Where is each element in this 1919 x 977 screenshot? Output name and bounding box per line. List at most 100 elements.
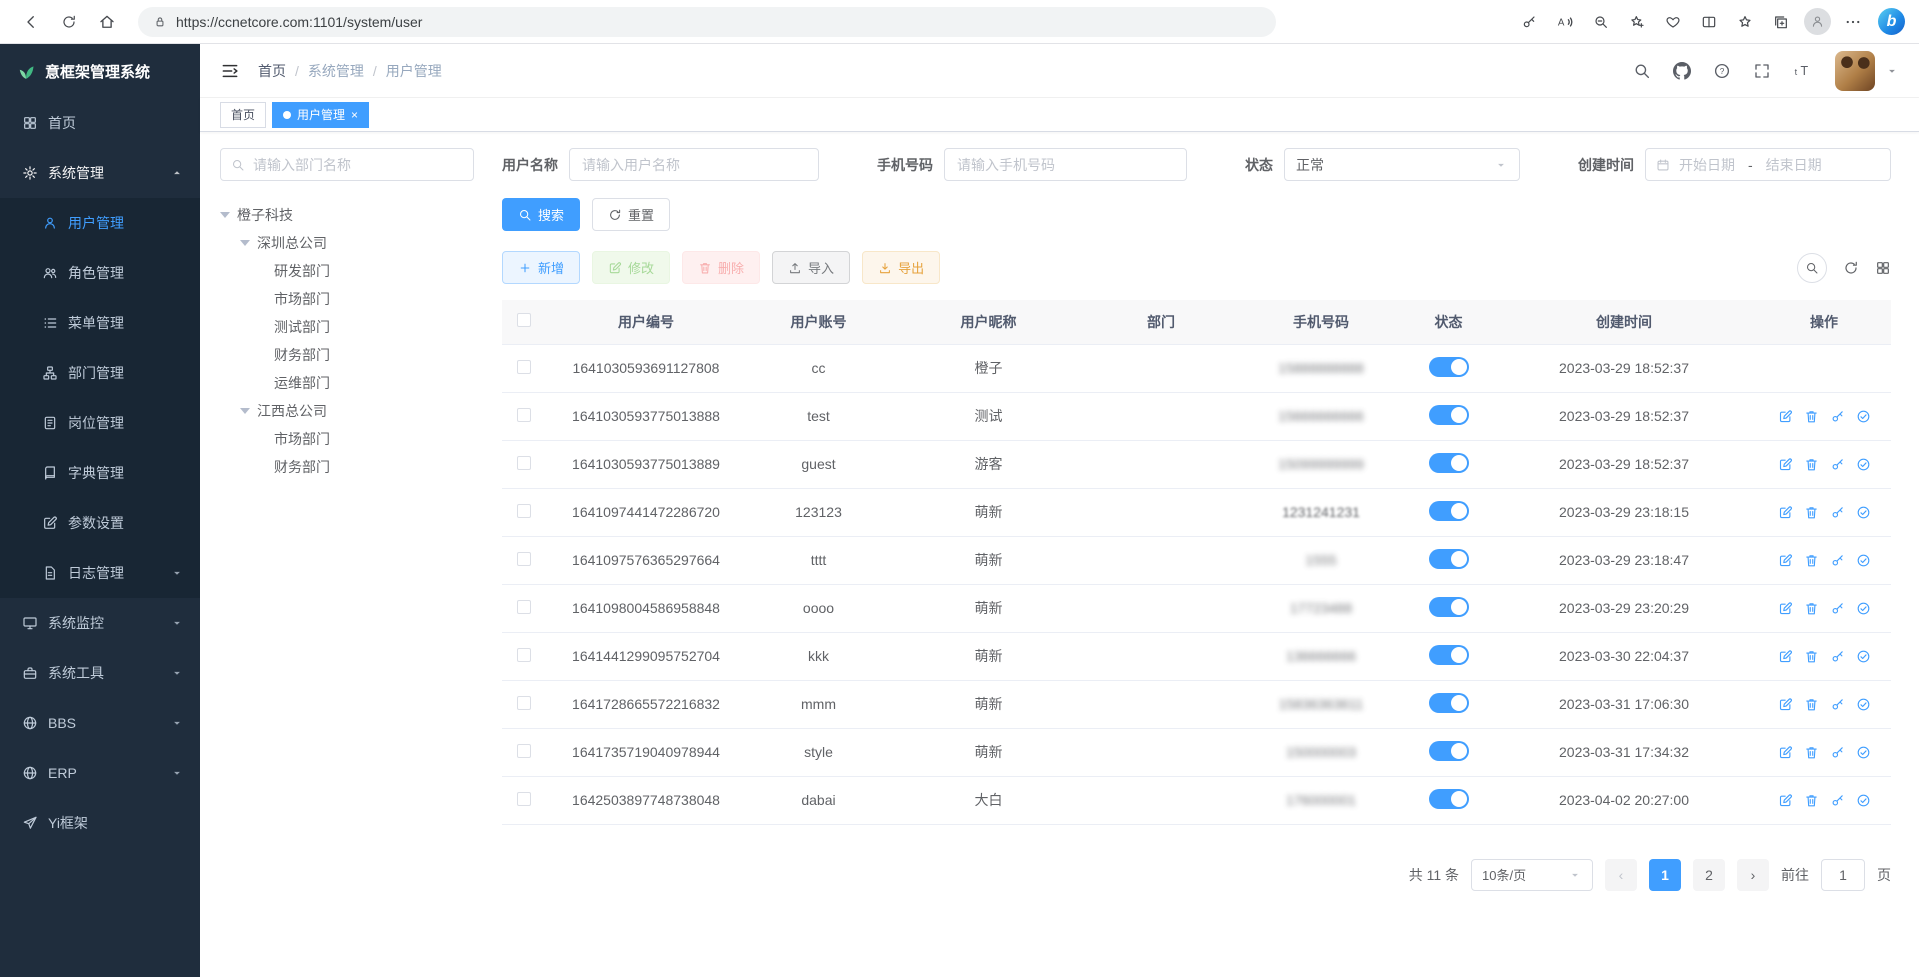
- status-toggle[interactable]: [1429, 453, 1469, 473]
- assign-role-icon[interactable]: [1856, 745, 1871, 760]
- collections-icon[interactable]: [1764, 5, 1798, 39]
- reset-password-icon[interactable]: [1830, 793, 1845, 808]
- browser-profile-avatar[interactable]: [1800, 5, 1834, 39]
- help-icon[interactable]: [1713, 62, 1731, 80]
- sidebar-item-dict-mgmt[interactable]: 字典管理: [0, 448, 200, 498]
- row-checkbox[interactable]: [517, 504, 531, 518]
- row-checkbox[interactable]: [517, 600, 531, 614]
- delete-icon[interactable]: [1804, 649, 1819, 664]
- tab-close-icon[interactable]: ×: [351, 108, 358, 122]
- browser-back-button[interactable]: [14, 5, 48, 39]
- assign-role-icon[interactable]: [1856, 697, 1871, 712]
- sidebar-item-dept-mgmt[interactable]: 部门管理: [0, 348, 200, 398]
- row-checkbox[interactable]: [517, 648, 531, 662]
- assign-role-icon[interactable]: [1856, 457, 1871, 472]
- password-key-icon[interactable]: [1512, 5, 1546, 39]
- delete-icon[interactable]: [1804, 745, 1819, 760]
- tree-node[interactable]: 财务部门: [220, 453, 474, 481]
- row-checkbox[interactable]: [517, 360, 531, 374]
- assign-role-icon[interactable]: [1856, 601, 1871, 616]
- delete-icon[interactable]: [1804, 697, 1819, 712]
- browser-essentials-icon[interactable]: [1656, 5, 1690, 39]
- sidebar-item-bbs[interactable]: BBS: [0, 698, 200, 748]
- page-2-button[interactable]: 2: [1693, 859, 1725, 891]
- sidebar-item-param-settings[interactable]: 参数设置: [0, 498, 200, 548]
- tree-node[interactable]: 江西总公司: [220, 397, 474, 425]
- read-aloud-icon[interactable]: [1548, 5, 1582, 39]
- edit-icon[interactable]: [1778, 601, 1793, 616]
- sidebar-item-erp[interactable]: ERP: [0, 748, 200, 798]
- favorites-icon[interactable]: [1728, 5, 1762, 39]
- sidebar-item-post-mgmt[interactable]: 岗位管理: [0, 398, 200, 448]
- tree-node-root[interactable]: 橙子科技: [220, 201, 474, 229]
- edit-icon[interactable]: [1778, 553, 1793, 568]
- row-checkbox[interactable]: [517, 456, 531, 470]
- prev-page-button[interactable]: ‹: [1605, 859, 1637, 891]
- sidebar-toggle-icon[interactable]: [220, 61, 240, 81]
- dept-search-box[interactable]: [220, 148, 474, 181]
- date-range-picker[interactable]: 开始日期 - 结束日期: [1645, 148, 1891, 181]
- edit-icon[interactable]: [1778, 697, 1793, 712]
- delete-icon[interactable]: [1804, 409, 1819, 424]
- dept-search-input[interactable]: [253, 157, 463, 173]
- edit-icon[interactable]: [1778, 409, 1793, 424]
- refresh-table-button[interactable]: [1843, 260, 1859, 276]
- status-toggle[interactable]: [1429, 597, 1469, 617]
- tree-node[interactable]: 财务部门: [220, 341, 474, 369]
- browser-more-icon[interactable]: [1836, 5, 1870, 39]
- status-select[interactable]: 正常: [1284, 148, 1520, 181]
- assign-role-icon[interactable]: [1856, 553, 1871, 568]
- assign-role-icon[interactable]: [1856, 409, 1871, 424]
- tree-expand-icon[interactable]: [220, 212, 230, 218]
- reset-password-icon[interactable]: [1830, 601, 1845, 616]
- sidebar-item-menu-mgmt[interactable]: 菜单管理: [0, 298, 200, 348]
- sidebar-item-system[interactable]: 系统管理: [0, 148, 200, 198]
- font-size-icon[interactable]: [1793, 61, 1813, 81]
- page-size-select[interactable]: 10条/页: [1471, 859, 1593, 891]
- delete-icon[interactable]: [1804, 505, 1819, 520]
- tree-expand-icon[interactable]: [240, 408, 250, 414]
- status-toggle[interactable]: [1429, 405, 1469, 425]
- reset-password-icon[interactable]: [1830, 553, 1845, 568]
- edit-button[interactable]: 修改: [592, 251, 670, 284]
- zoom-out-icon[interactable]: [1584, 5, 1618, 39]
- sidebar-item-tools[interactable]: 系统工具: [0, 648, 200, 698]
- user-avatar[interactable]: [1835, 51, 1875, 91]
- edit-icon[interactable]: [1778, 505, 1793, 520]
- tree-node[interactable]: 市场部门: [220, 285, 474, 313]
- browser-home-button[interactable]: [90, 5, 124, 39]
- next-page-button[interactable]: ›: [1737, 859, 1769, 891]
- tree-node[interactable]: 市场部门: [220, 425, 474, 453]
- header-search-icon[interactable]: [1633, 62, 1651, 80]
- page-1-button[interactable]: 1: [1649, 859, 1681, 891]
- sidebar-item-home[interactable]: 首页: [0, 98, 200, 148]
- status-toggle[interactable]: [1429, 789, 1469, 809]
- tree-node[interactable]: 深圳总公司: [220, 229, 474, 257]
- assign-role-icon[interactable]: [1856, 505, 1871, 520]
- browser-address-bar[interactable]: https://ccnetcore.com:1101/system/user: [138, 7, 1276, 37]
- assign-role-icon[interactable]: [1856, 793, 1871, 808]
- add-button[interactable]: 新增: [502, 251, 580, 284]
- fullscreen-icon[interactable]: [1753, 62, 1771, 80]
- breadcrumb-system[interactable]: 系统管理: [308, 61, 364, 81]
- delete-icon[interactable]: [1804, 793, 1819, 808]
- edit-icon[interactable]: [1778, 649, 1793, 664]
- sidebar-item-role-mgmt[interactable]: 角色管理: [0, 248, 200, 298]
- split-screen-icon[interactable]: [1692, 5, 1726, 39]
- browser-refresh-button[interactable]: [52, 5, 86, 39]
- tab-home[interactable]: 首页: [220, 102, 266, 128]
- reset-button[interactable]: 重置: [592, 198, 670, 231]
- reset-password-icon[interactable]: [1830, 697, 1845, 712]
- copilot-icon[interactable]: b: [1878, 8, 1905, 35]
- tab-user-mgmt[interactable]: 用户管理 ×: [272, 102, 369, 128]
- export-button[interactable]: 导出: [862, 251, 940, 284]
- tree-node[interactable]: 运维部门: [220, 369, 474, 397]
- delete-icon[interactable]: [1804, 553, 1819, 568]
- delete-icon[interactable]: [1804, 457, 1819, 472]
- add-favorite-icon[interactable]: [1620, 5, 1654, 39]
- phone-input[interactable]: [944, 148, 1187, 181]
- reset-password-icon[interactable]: [1830, 505, 1845, 520]
- search-button[interactable]: 搜索: [502, 198, 580, 231]
- import-button[interactable]: 导入: [772, 251, 850, 284]
- column-settings-button[interactable]: [1875, 260, 1891, 276]
